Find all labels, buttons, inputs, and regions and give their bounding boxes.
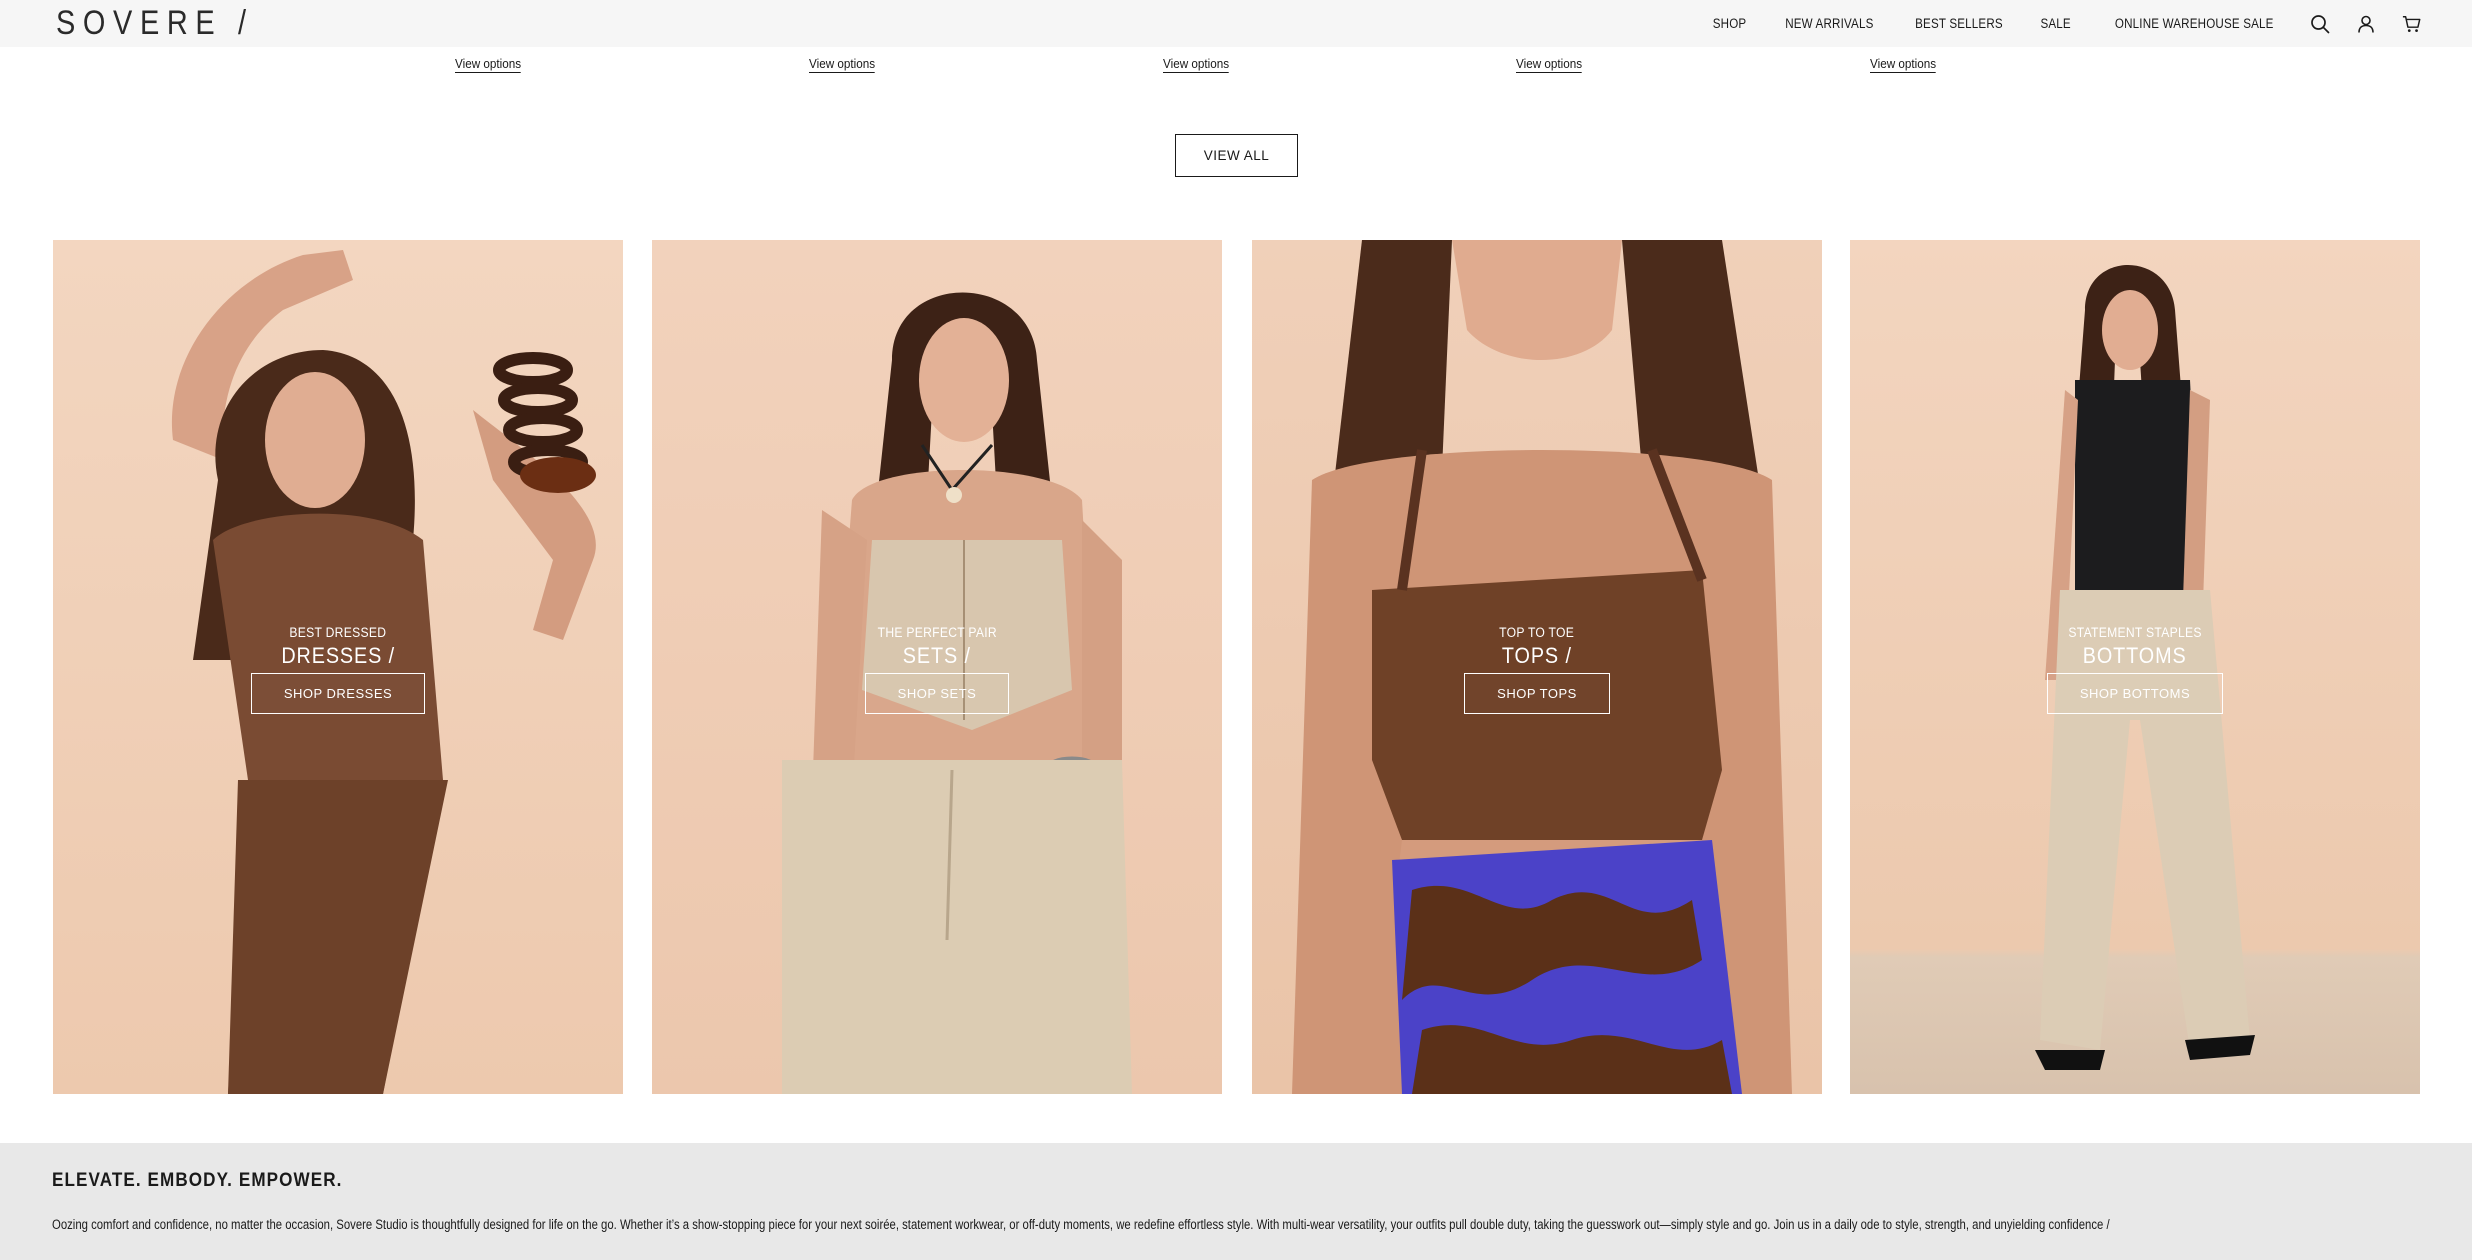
search-icon[interactable] bbox=[2310, 14, 2330, 34]
category-eyebrow: STATEMENT STAPLES bbox=[2068, 625, 2202, 640]
site-header: SOVERE / SHOP NEW ARRIVALS BEST SELLERS … bbox=[0, 0, 2472, 47]
nav-sale[interactable]: SALE bbox=[2041, 16, 2071, 31]
view-options-link[interactable]: View options bbox=[1163, 56, 1230, 73]
view-options-link[interactable]: View options bbox=[1516, 56, 1583, 73]
nav-shop[interactable]: SHOP bbox=[1713, 16, 1747, 31]
category-title: DRESSES / bbox=[281, 643, 395, 668]
brand-statement-text: Oozing comfort and confidence, no matter… bbox=[52, 1217, 2110, 1232]
view-options-link[interactable]: View options bbox=[455, 56, 522, 73]
header-icons bbox=[2310, 0, 2422, 47]
category-tile-dresses[interactable]: BEST DRESSED DRESSES / SHOP DRESSES bbox=[53, 240, 623, 1094]
category-overlay: TOP TO TOE TOPS / SHOP TOPS bbox=[1252, 625, 1822, 714]
nav-online-warehouse-sale[interactable]: ONLINE WAREHOUSE SALE bbox=[2114, 16, 2273, 31]
nav-best-sellers[interactable]: BEST SELLERS bbox=[1915, 16, 2003, 31]
brand-statement: ELEVATE. EMBODY. EMPOWER. Oozing comfort… bbox=[0, 1143, 2472, 1260]
category-title: SETS / bbox=[902, 643, 972, 668]
shop-tops-button[interactable]: SHOP TOPS bbox=[1464, 673, 1610, 714]
category-overlay: THE PERFECT PAIR SETS / SHOP SETS bbox=[652, 625, 1222, 714]
shop-dresses-button[interactable]: SHOP DRESSES bbox=[250, 673, 426, 714]
category-title: TOPS / bbox=[1502, 643, 1572, 668]
brand-statement-heading: ELEVATE. EMBODY. EMPOWER. bbox=[52, 1170, 343, 1191]
view-options-link[interactable]: View options bbox=[809, 56, 876, 73]
account-icon[interactable] bbox=[2356, 14, 2376, 34]
category-eyebrow: THE PERFECT PAIR bbox=[877, 625, 997, 640]
category-eyebrow: TOP TO TOE bbox=[1499, 625, 1575, 640]
category-overlay: STATEMENT STAPLES BOTTOMS SHOP BOTTOMS bbox=[1850, 625, 2420, 714]
view-options-link[interactable]: View options bbox=[1870, 56, 1937, 73]
category-overlay: BEST DRESSED DRESSES / SHOP DRESSES bbox=[53, 625, 623, 714]
cart-icon[interactable] bbox=[2402, 14, 2422, 34]
view-all-button[interactable]: VIEW ALL bbox=[1175, 134, 1298, 177]
category-tile-tops[interactable]: TOP TO TOE TOPS / SHOP TOPS bbox=[1252, 240, 1822, 1094]
category-tile-sets[interactable]: THE PERFECT PAIR SETS / SHOP SETS bbox=[652, 240, 1222, 1094]
shop-bottoms-button[interactable]: SHOP BOTTOMS bbox=[2046, 673, 2224, 714]
category-title: BOTTOMS bbox=[2083, 643, 2187, 668]
category-tile-bottoms[interactable]: STATEMENT STAPLES BOTTOMS SHOP BOTTOMS bbox=[1850, 240, 2420, 1094]
category-eyebrow: BEST DRESSED bbox=[289, 625, 387, 640]
shop-sets-button[interactable]: SHOP SETS bbox=[864, 673, 1010, 714]
site-logo[interactable]: SOVERE / bbox=[56, 4, 254, 43]
nav-new-arrivals[interactable]: NEW ARRIVALS bbox=[1785, 16, 1873, 31]
product-options-row: View options View options View options V… bbox=[0, 56, 2472, 80]
main-nav: SHOP NEW ARRIVALS BEST SELLERS SALE ONLI… bbox=[1710, 0, 2286, 47]
